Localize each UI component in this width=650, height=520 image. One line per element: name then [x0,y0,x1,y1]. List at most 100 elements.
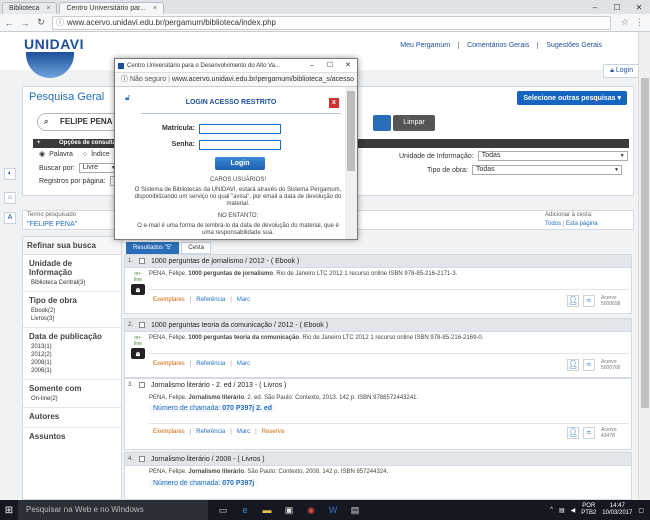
link-exemplares[interactable]: Exemplares [153,297,185,303]
language-indicator[interactable]: POR PTB2 [581,503,596,517]
chevron-down-icon: ▾ [617,95,621,102]
app-icon[interactable]: ▤ [346,501,364,519]
home-icon[interactable]: ⌂ [4,192,16,204]
edge-icon[interactable]: e [236,501,254,519]
refine-group-title[interactable]: Assuntos [29,432,115,441]
tray-up-icon[interactable]: ^ [550,507,553,513]
unidade-select[interactable]: Todas [477,151,628,161]
buscar-por-select[interactable]: Livre [78,163,119,173]
minimize-icon[interactable]: – [584,0,606,14]
notifications-icon[interactable]: ▢ [638,507,644,514]
task-view-icon[interactable]: ▭ [214,501,232,519]
link-sugestoes[interactable]: Sugestões Gerais [537,42,610,49]
maximize-icon[interactable]: ☐ [321,59,339,72]
forward-icon[interactable]: → [20,18,30,28]
network-icon[interactable]: ▤ [559,507,565,514]
chart-icon[interactable]: ≈ [583,295,595,307]
reload-icon[interactable]: ↻ [36,17,46,28]
close-icon[interactable]: x [329,98,339,108]
other-searches-button[interactable]: Selecione outras pesquisas ▾ [517,91,627,105]
link-referencia[interactable]: Referência [196,361,225,367]
link-exemplares[interactable]: Exemplares [153,361,185,367]
link-referencia[interactable]: Referência [196,297,225,303]
close-window-icon[interactable]: ✕ [339,59,357,72]
refine-item[interactable]: 2013(1) [29,343,115,351]
scrollbar-thumb[interactable] [347,91,355,171]
link-exemplares[interactable]: Exemplares [153,429,185,435]
result-checkbox[interactable] [139,382,145,388]
scrollbar-thumb[interactable] [641,78,649,408]
popup-url[interactable]: www.acervo.unidavi.edu.br/pergamum/bibli… [172,76,354,83]
minimize-icon[interactable]: – [303,59,321,72]
refine-item[interactable]: 2006(1) [29,367,115,375]
matricula-input[interactable] [199,124,281,134]
result-checkbox[interactable] [139,322,145,328]
result-checkbox[interactable] [139,456,145,462]
maximize-icon[interactable]: ☐ [606,0,628,14]
refine-group-title[interactable]: Tipo de obra [29,296,115,305]
link-meu-pergamum[interactable]: Meu Pergamum [392,42,458,49]
clock[interactable]: 14:47 10/03/2017 [602,503,632,517]
windows-start-icon[interactable]: ⊞ [0,500,18,520]
link-marc[interactable]: Marc [237,361,250,367]
senha-input[interactable] [199,140,281,150]
person-icon[interactable]: 👤︎ [567,295,579,307]
refine-item[interactable]: 2008(1) [29,359,115,367]
person-icon[interactable]: 👤︎ [567,427,579,439]
refine-group-title[interactable]: Autores [29,412,115,421]
accessibility-icon[interactable]: ◐ [4,168,16,180]
tab-resultados[interactable]: Resultados "5" [126,242,180,254]
tipo-select[interactable]: Todas [472,165,622,175]
volume-icon[interactable]: ◀︎ [571,507,576,514]
site-login-button[interactable]: 🔒︎ Login [603,64,640,78]
tab-centro-universitario[interactable]: Centro Universitário par... × [59,2,164,14]
chart-icon[interactable]: ≈ [583,427,595,439]
chrome-icon[interactable]: ◉ [302,501,320,519]
tab-cesta[interactable]: Cesta [181,242,211,254]
taskbar-search-input[interactable]: Pesquisar na Web e no Windows [18,500,208,520]
result-title[interactable]: 1000 perguntas de jornalismo / 2012 - ( … [151,258,299,265]
refine-item[interactable]: On-line(2) [29,395,115,403]
star-icon[interactable]: ☆ [621,17,629,28]
cart-page-link[interactable]: Esta página [566,221,598,227]
link-reserva[interactable]: Reserva [262,429,284,435]
tab-biblioteca[interactable]: Biblioteca × [2,2,58,14]
refine-item[interactable]: Ebook(2) [29,307,115,315]
close-icon[interactable]: × [153,5,157,12]
cart-all-link[interactable]: Todos [545,221,561,227]
popup-login-button[interactable]: Login [215,157,265,170]
chart-icon[interactable]: ≈ [583,359,595,371]
refine-item[interactable]: 2012(2) [29,351,115,359]
page-scrollbar[interactable] [638,32,650,500]
site-logo[interactable]: UNIDAVI [24,36,84,52]
result-checkbox[interactable] [139,258,145,264]
result-title[interactable]: Jornalismo literário / 2008 - ( Livros ) [151,456,265,463]
search-button[interactable] [373,115,391,131]
refine-group-title[interactable]: Somente com [29,384,115,393]
clear-button[interactable]: Limpar [393,115,435,131]
result-title[interactable]: Jornalismo literário - 2. ed / 2013 - ( … [151,382,286,389]
back-icon[interactable]: ← [4,18,14,28]
url-input[interactable]: www.acervo.unidavi.edu.br/pergamum/bibli… [52,15,611,30]
login-label: Login [615,67,633,74]
refine-group-title[interactable]: Data de publicação [29,332,115,341]
radio-palavra[interactable]: ◉ [39,150,45,158]
refine-item[interactable]: Biblioteca Central(3) [29,279,115,287]
person-icon[interactable]: 👤︎ [567,359,579,371]
word-icon[interactable]: W [324,501,342,519]
radio-indice[interactable]: ○ [83,151,87,158]
folder-icon[interactable]: ▬ [258,501,276,519]
popup-scrollbar[interactable] [345,87,357,239]
link-marc[interactable]: Marc [237,429,250,435]
refine-group-title[interactable]: Unidade de Informação [29,259,115,277]
result-title[interactable]: 1000 perguntas teoria da comunicação / 2… [151,322,328,329]
store-icon[interactable]: ▣ [280,501,298,519]
link-comentarios[interactable]: Comentários Gerais [458,42,537,49]
close-icon[interactable]: × [46,5,50,12]
font-size-icon[interactable]: A [4,212,16,224]
link-referencia[interactable]: Referência [196,429,225,435]
menu-icon[interactable]: ⋮ [635,17,644,28]
close-window-icon[interactable]: ✕ [628,0,650,14]
link-marc[interactable]: Marc [237,297,250,303]
refine-item[interactable]: Livros(3) [29,315,115,323]
